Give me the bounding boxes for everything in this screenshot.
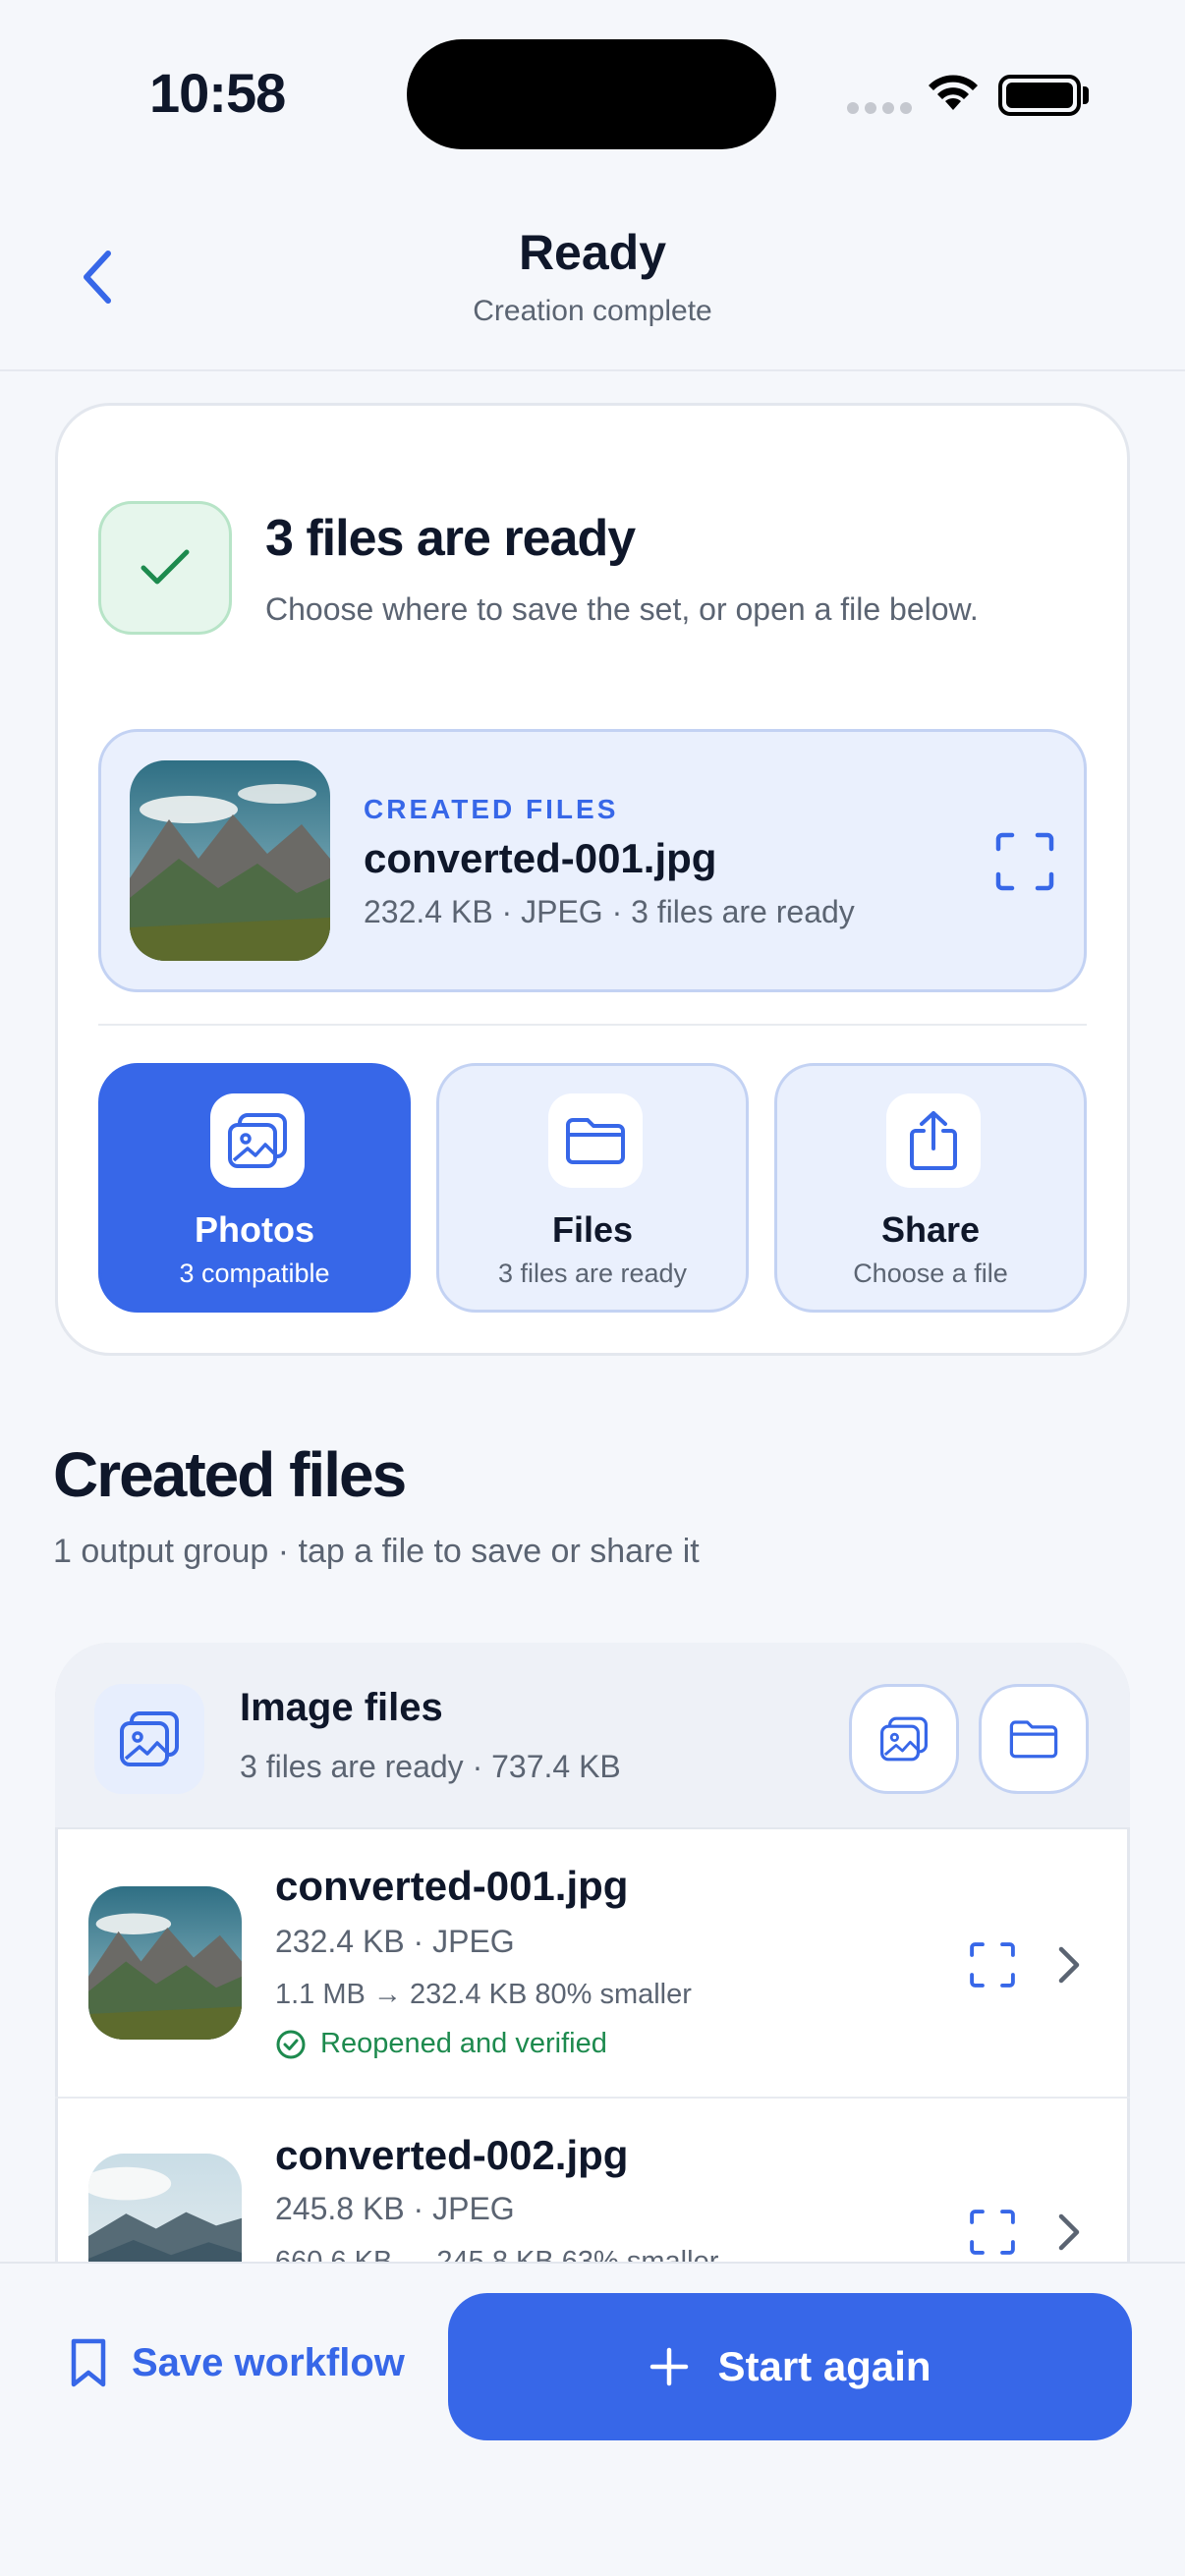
chevron-right-icon[interactable] (1055, 1945, 1083, 1985)
folder-icon (1009, 1720, 1058, 1759)
summary-title: 3 files are ready (265, 510, 636, 567)
section-title: Created files (53, 1439, 407, 1510)
file-meta: 232.4 KB · JPEG (275, 1924, 515, 1959)
group-title: Image files (240, 1686, 443, 1729)
folder-icon (548, 1093, 643, 1188)
card-divider (98, 1024, 1087, 1026)
file-meta: 245.8 KB · JPEG (275, 2191, 515, 2226)
preview-meta: 232.4 KB · JPEG · 3 files are ready (364, 894, 855, 929)
share-button[interactable]: Share Choose a file (774, 1063, 1087, 1313)
save-workflow-button[interactable]: Save workflow (69, 2336, 405, 2389)
page-subtitle: Creation complete (473, 295, 712, 327)
expand-icon[interactable] (969, 2209, 1016, 2256)
save-to-files-button[interactable]: Files 3 files are ready (436, 1063, 749, 1313)
file-group-header (55, 1643, 1130, 1829)
battery-tip (1083, 86, 1089, 104)
page-title: Ready (518, 225, 667, 280)
save-workflow-label: Save workflow (132, 2340, 405, 2384)
file-thumbnail (88, 1886, 242, 2040)
plus-icon (650, 2347, 689, 2386)
group-save-photos-button[interactable] (849, 1684, 959, 1794)
header-divider (0, 369, 1185, 371)
dynamic-island (407, 39, 776, 149)
dest-label: Share (880, 1209, 981, 1250)
preview-file-name: converted-001.jpg (364, 835, 717, 881)
save-to-photos-button[interactable]: Photos 3 compatible (98, 1063, 411, 1313)
success-badge (98, 501, 232, 635)
photos-icon (210, 1093, 305, 1188)
image-group-icon (94, 1684, 204, 1794)
dest-sub: Choose a file (853, 1259, 1008, 1288)
expand-icon[interactable] (994, 831, 1055, 892)
preview-thumbnail (130, 760, 330, 961)
group-save-files-button[interactable] (979, 1684, 1089, 1794)
file-name: converted-002.jpg (275, 2132, 629, 2178)
group-meta: 3 files are ready · 737.4 KB (240, 1749, 621, 1784)
start-again-label: Start again (717, 2343, 931, 2389)
checkmark-icon (141, 549, 190, 585)
expand-icon[interactable] (969, 1941, 1016, 1988)
battery-icon (998, 75, 1081, 116)
file-status-label: Reopened and verified (320, 2028, 607, 2059)
file-name: converted-001.jpg (275, 1863, 629, 1909)
file-status: Reopened and verified (275, 2028, 607, 2060)
photos-icon (880, 1716, 928, 1762)
wifi-icon (929, 75, 978, 110)
summary-subtitle: Choose where to save the set, or open a … (265, 591, 979, 627)
share-icon (886, 1093, 981, 1188)
status-time: 10:58 (149, 62, 286, 124)
bookmark-icon (71, 2338, 106, 2387)
verified-check-icon (276, 2030, 306, 2058)
dest-sub: 3 compatible (179, 1259, 330, 1288)
dest-label: Files (551, 1209, 634, 1250)
preview-label: CREATED FILES (364, 794, 619, 824)
section-subtitle: 1 output group · tap a file to save or s… (53, 1533, 700, 1570)
file-size-change: 1.1 MB → 232.4 KB 80% smaller (275, 1979, 692, 2010)
row-divider (55, 2097, 1130, 2099)
cellular-signal-icon (847, 102, 912, 114)
start-again-button[interactable]: Start again (448, 2293, 1132, 2440)
dest-sub: 3 files are ready (497, 1259, 688, 1288)
chevron-right-icon[interactable] (1055, 2212, 1083, 2252)
dest-label: Photos (195, 1209, 314, 1250)
